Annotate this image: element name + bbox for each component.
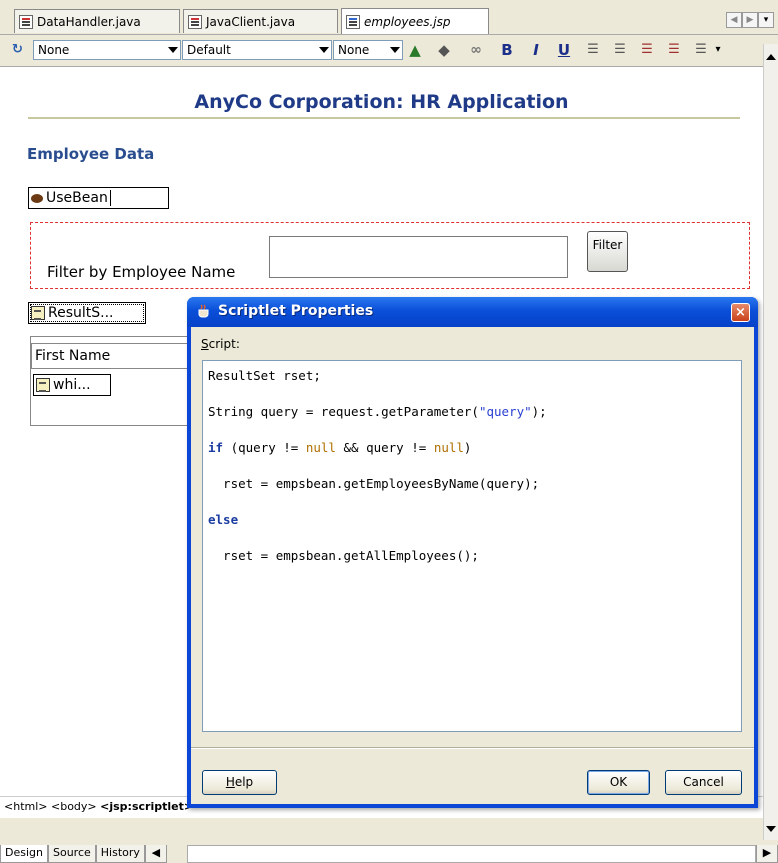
- filter-button[interactable]: Filter: [587, 231, 628, 272]
- table-header-first-name: First Name: [31, 343, 199, 369]
- numbered-list-icon[interactable]: ☰: [583, 40, 603, 60]
- resultset-label: ResultS...: [48, 305, 114, 321]
- horizontal-scrollbar[interactable]: [186, 845, 756, 863]
- indent-icon[interactable]: ☰: [637, 40, 657, 60]
- chevron-down-icon: [390, 47, 400, 53]
- editor-tab-bar: DataHandler.java JavaClient.java employe…: [0, 0, 778, 34]
- while-label: whi...: [53, 377, 91, 393]
- java-file-icon: [19, 14, 33, 29]
- highlight-icon[interactable]: ◆: [434, 40, 454, 60]
- usebean-tag[interactable]: UseBean: [28, 187, 169, 209]
- scroll-up-icon[interactable]: [766, 54, 776, 60]
- dialog-title: Scriptlet Properties: [218, 303, 374, 319]
- underline-icon[interactable]: U: [554, 40, 574, 60]
- tab-list-icon[interactable]: ▾: [758, 12, 774, 28]
- tab-history[interactable]: History: [95, 845, 145, 863]
- script-textarea[interactable]: ResultSet rset; String query = request.g…: [202, 360, 742, 732]
- tab-design[interactable]: Design: [0, 845, 48, 863]
- scriptlet-icon: [36, 378, 50, 392]
- view-tabs: Design Source History ◀ ▶: [0, 845, 778, 863]
- dialog-title-bar[interactable]: Scriptlet Properties ×: [187, 297, 758, 327]
- tab-scroll-buttons: ◀ ▶ ▾: [726, 12, 774, 28]
- usebean-label: UseBean: [46, 190, 108, 206]
- vertical-scrollbar[interactable]: [763, 44, 778, 840]
- font-value: Default: [187, 43, 231, 57]
- tab-label: JavaClient.java: [206, 14, 296, 29]
- scroll-right-icon[interactable]: ▶: [756, 845, 778, 863]
- tab-datahandler[interactable]: DataHandler.java: [14, 9, 180, 33]
- scroll-left-icon[interactable]: ◀: [144, 845, 167, 863]
- chevron-down-icon: [319, 47, 329, 53]
- breadcrumb-body[interactable]: <body>: [51, 800, 97, 813]
- code-line: rset = empsbean.getEmployeesByName(query…: [208, 476, 540, 491]
- font-select[interactable]: Default: [182, 40, 332, 60]
- horizontal-rule: [28, 117, 740, 119]
- java-file-icon: [188, 14, 202, 29]
- code-line: String query = request.getParameter("que…: [208, 404, 547, 419]
- jsp-file-icon: [346, 14, 360, 29]
- text-color-icon[interactable]: ▲: [405, 40, 425, 60]
- code-line: ResultSet rset;: [208, 368, 321, 383]
- while-scriptlet-tag[interactable]: whi...: [33, 374, 111, 396]
- code-line: if (query != null && query != null): [208, 440, 472, 455]
- scriptlet-icon: [31, 306, 45, 320]
- italic-icon[interactable]: I: [526, 40, 546, 60]
- block-format-value: None: [38, 43, 70, 57]
- scriptlet-properties-dialog: Scriptlet Properties × Script: ResultSet…: [187, 297, 758, 808]
- help-button[interactable]: Help: [202, 770, 277, 795]
- resultset-scriptlet-tag[interactable]: ResultS...: [28, 302, 146, 324]
- employee-table[interactable]: First Name whi...: [30, 336, 200, 426]
- tab-label: employees.jsp: [364, 14, 451, 29]
- tab-javaclient[interactable]: JavaClient.java: [183, 9, 338, 33]
- script-label-rest: cript:: [208, 337, 240, 351]
- breadcrumb-html[interactable]: <html>: [4, 800, 48, 813]
- link-icon[interactable]: ∞: [466, 40, 486, 60]
- breadcrumb-scriptlet[interactable]: <jsp:scriptlet>: [100, 800, 193, 813]
- close-icon[interactable]: ×: [731, 303, 750, 322]
- tab-employees-jsp[interactable]: employees.jsp: [341, 8, 489, 34]
- size-select[interactable]: None: [333, 40, 403, 60]
- text-caret: [109, 190, 111, 206]
- tab-scroll-left-icon[interactable]: ◀: [726, 12, 742, 28]
- chevron-down-icon: [168, 47, 178, 53]
- filter-label: Filter by Employee Name: [47, 263, 236, 281]
- tab-label: DataHandler.java: [37, 14, 141, 29]
- script-label: Script:: [201, 337, 240, 351]
- code-line: rset = empsbean.getAllEmployees();: [208, 548, 479, 563]
- bold-icon[interactable]: B: [497, 40, 517, 60]
- filter-input[interactable]: [269, 236, 568, 278]
- editor-status-area: [0, 818, 763, 842]
- scroll-down-icon[interactable]: [766, 826, 776, 832]
- block-format-select[interactable]: None: [33, 40, 181, 60]
- cancel-button[interactable]: Cancel: [665, 770, 742, 795]
- refresh-icon[interactable]: ↻: [12, 42, 30, 60]
- code-line: else: [208, 512, 239, 527]
- size-value: None: [338, 43, 370, 57]
- form-container[interactable]: Filter by Employee Name Filter: [30, 222, 750, 289]
- tab-source[interactable]: Source: [47, 845, 96, 863]
- tab-scroll-right-icon[interactable]: ▶: [742, 12, 758, 28]
- bullet-list-icon[interactable]: ☰: [610, 40, 630, 60]
- chevron-down-icon[interactable]: ▾: [708, 40, 728, 60]
- formatting-toolbar: ↻ None Default None ▲ ◆ ∞ B I U ☰ ☰ ☰ ☰ …: [0, 34, 778, 67]
- bean-icon: [31, 193, 43, 203]
- section-heading: Employee Data: [27, 145, 155, 163]
- dialog-body: Script: ResultSet rset; String query = r…: [191, 327, 754, 804]
- dialog-separator: [191, 747, 754, 749]
- page-heading: AnyCo Corporation: HR Application: [194, 91, 569, 113]
- java-cup-icon: [198, 304, 209, 318]
- outdent-icon[interactable]: ☰: [664, 40, 684, 60]
- ok-button[interactable]: OK: [587, 770, 650, 795]
